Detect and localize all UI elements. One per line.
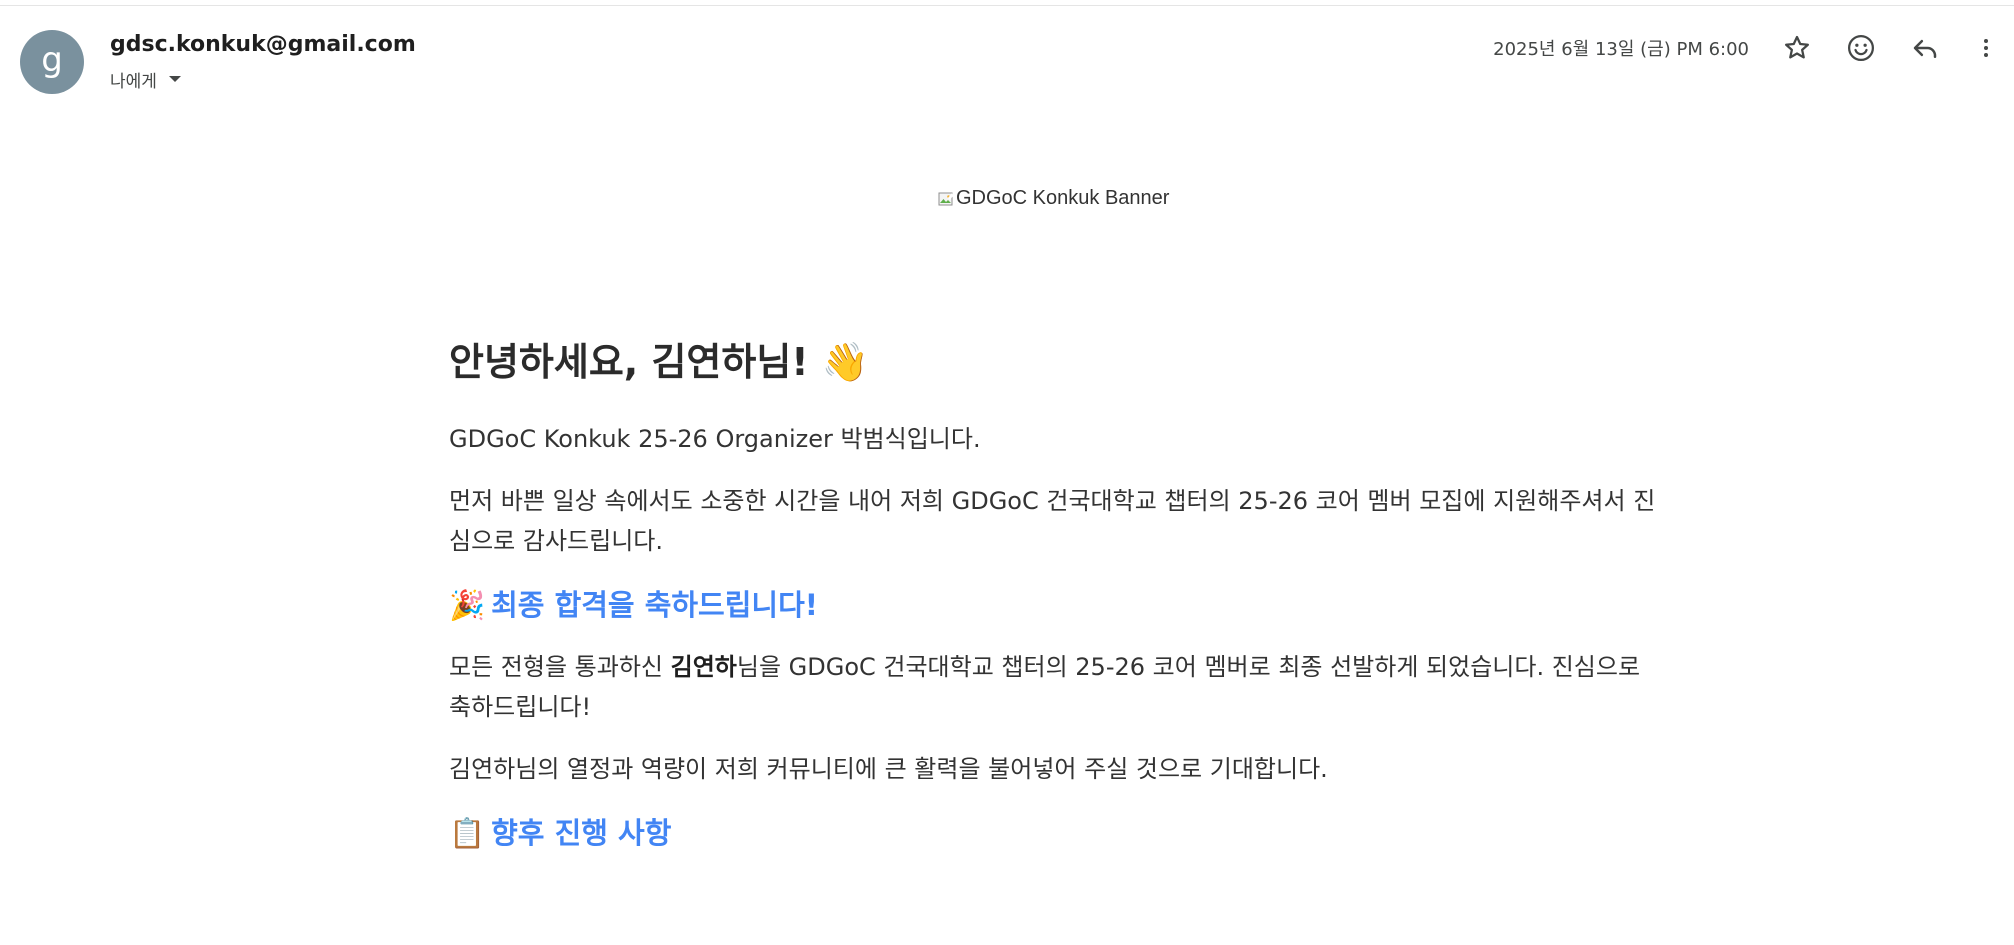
recipient-name: 김연하 <box>670 653 737 681</box>
star-icon <box>1785 35 1809 59</box>
sender-email[interactable]: gdsc.konkuk@gmail.com <box>110 32 416 57</box>
message-date: 2025년 6월 13일 (금) PM 6:00 <box>1493 39 1749 60</box>
more-vert-icon <box>1984 39 1988 57</box>
section-heading-next-steps-text: 향후 진행 사항 <box>491 816 672 850</box>
section-heading-next-steps: 📋 향후 진행 사항 <box>449 811 1669 855</box>
section-heading-congrats: 🎉 최종 합격을 축하드립니다! <box>449 583 1669 627</box>
reply-button[interactable] <box>1903 26 1947 70</box>
clipboard-icon: 📋 <box>449 816 486 850</box>
recipient-label: 나에게 <box>110 71 157 92</box>
waving-hand-icon: 👋 <box>821 340 870 384</box>
add-reaction-button[interactable] <box>1839 26 1883 70</box>
sender-avatar[interactable]: g <box>20 30 84 94</box>
star-button[interactable] <box>1775 26 1819 70</box>
emoji-icon <box>1848 35 1874 61</box>
congrats-prefix: 모든 전형을 통과하신 <box>449 653 671 681</box>
banner-alt-text: GDGoC Konkuk Banner <box>956 187 1170 209</box>
intro-paragraph: GDGoC Konkuk 25-26 Organizer 박범식입니다. <box>449 425 981 453</box>
reply-icon <box>1913 39 1937 58</box>
party-popper-icon: 🎉 <box>449 588 486 622</box>
greeting-text: 안녕하세요, 김연하님! <box>449 340 809 384</box>
banner-image: GDGoC Konkuk Banner <box>938 187 1169 210</box>
broken-image-icon <box>938 191 954 207</box>
congrats-paragraph: 모든 전형을 통과하신 김연하님을 GDGoC 건국대학교 챕터의 25-26 … <box>449 647 1669 727</box>
expectation-paragraph: 김연하님의 열정과 역량이 저희 커뮤니티에 큰 활력을 불어넣어 주실 것으로… <box>449 755 1328 783</box>
message-header: g gdsc.konkuk@gmail.com 나에게 2025년 6월 13일… <box>0 0 2014 110</box>
greeting-heading: 안녕하세요, 김연하님! 👋 <box>449 330 1669 394</box>
section-heading-congrats-text: 최종 합격을 축하드립니다! <box>491 588 819 622</box>
more-options-button[interactable] <box>1966 26 2006 70</box>
recipient-details-toggle[interactable]: 나에게 <box>110 66 181 92</box>
email-body: 안녕하세요, 김연하님! 👋 GDGoC Konkuk 25-26 Organi… <box>449 330 1669 875</box>
thanks-paragraph: 먼저 바쁜 일상 속에서도 소중한 시간을 내어 저희 GDGoC 건국대학교 … <box>449 487 1656 555</box>
chevron-down-icon <box>168 76 181 82</box>
